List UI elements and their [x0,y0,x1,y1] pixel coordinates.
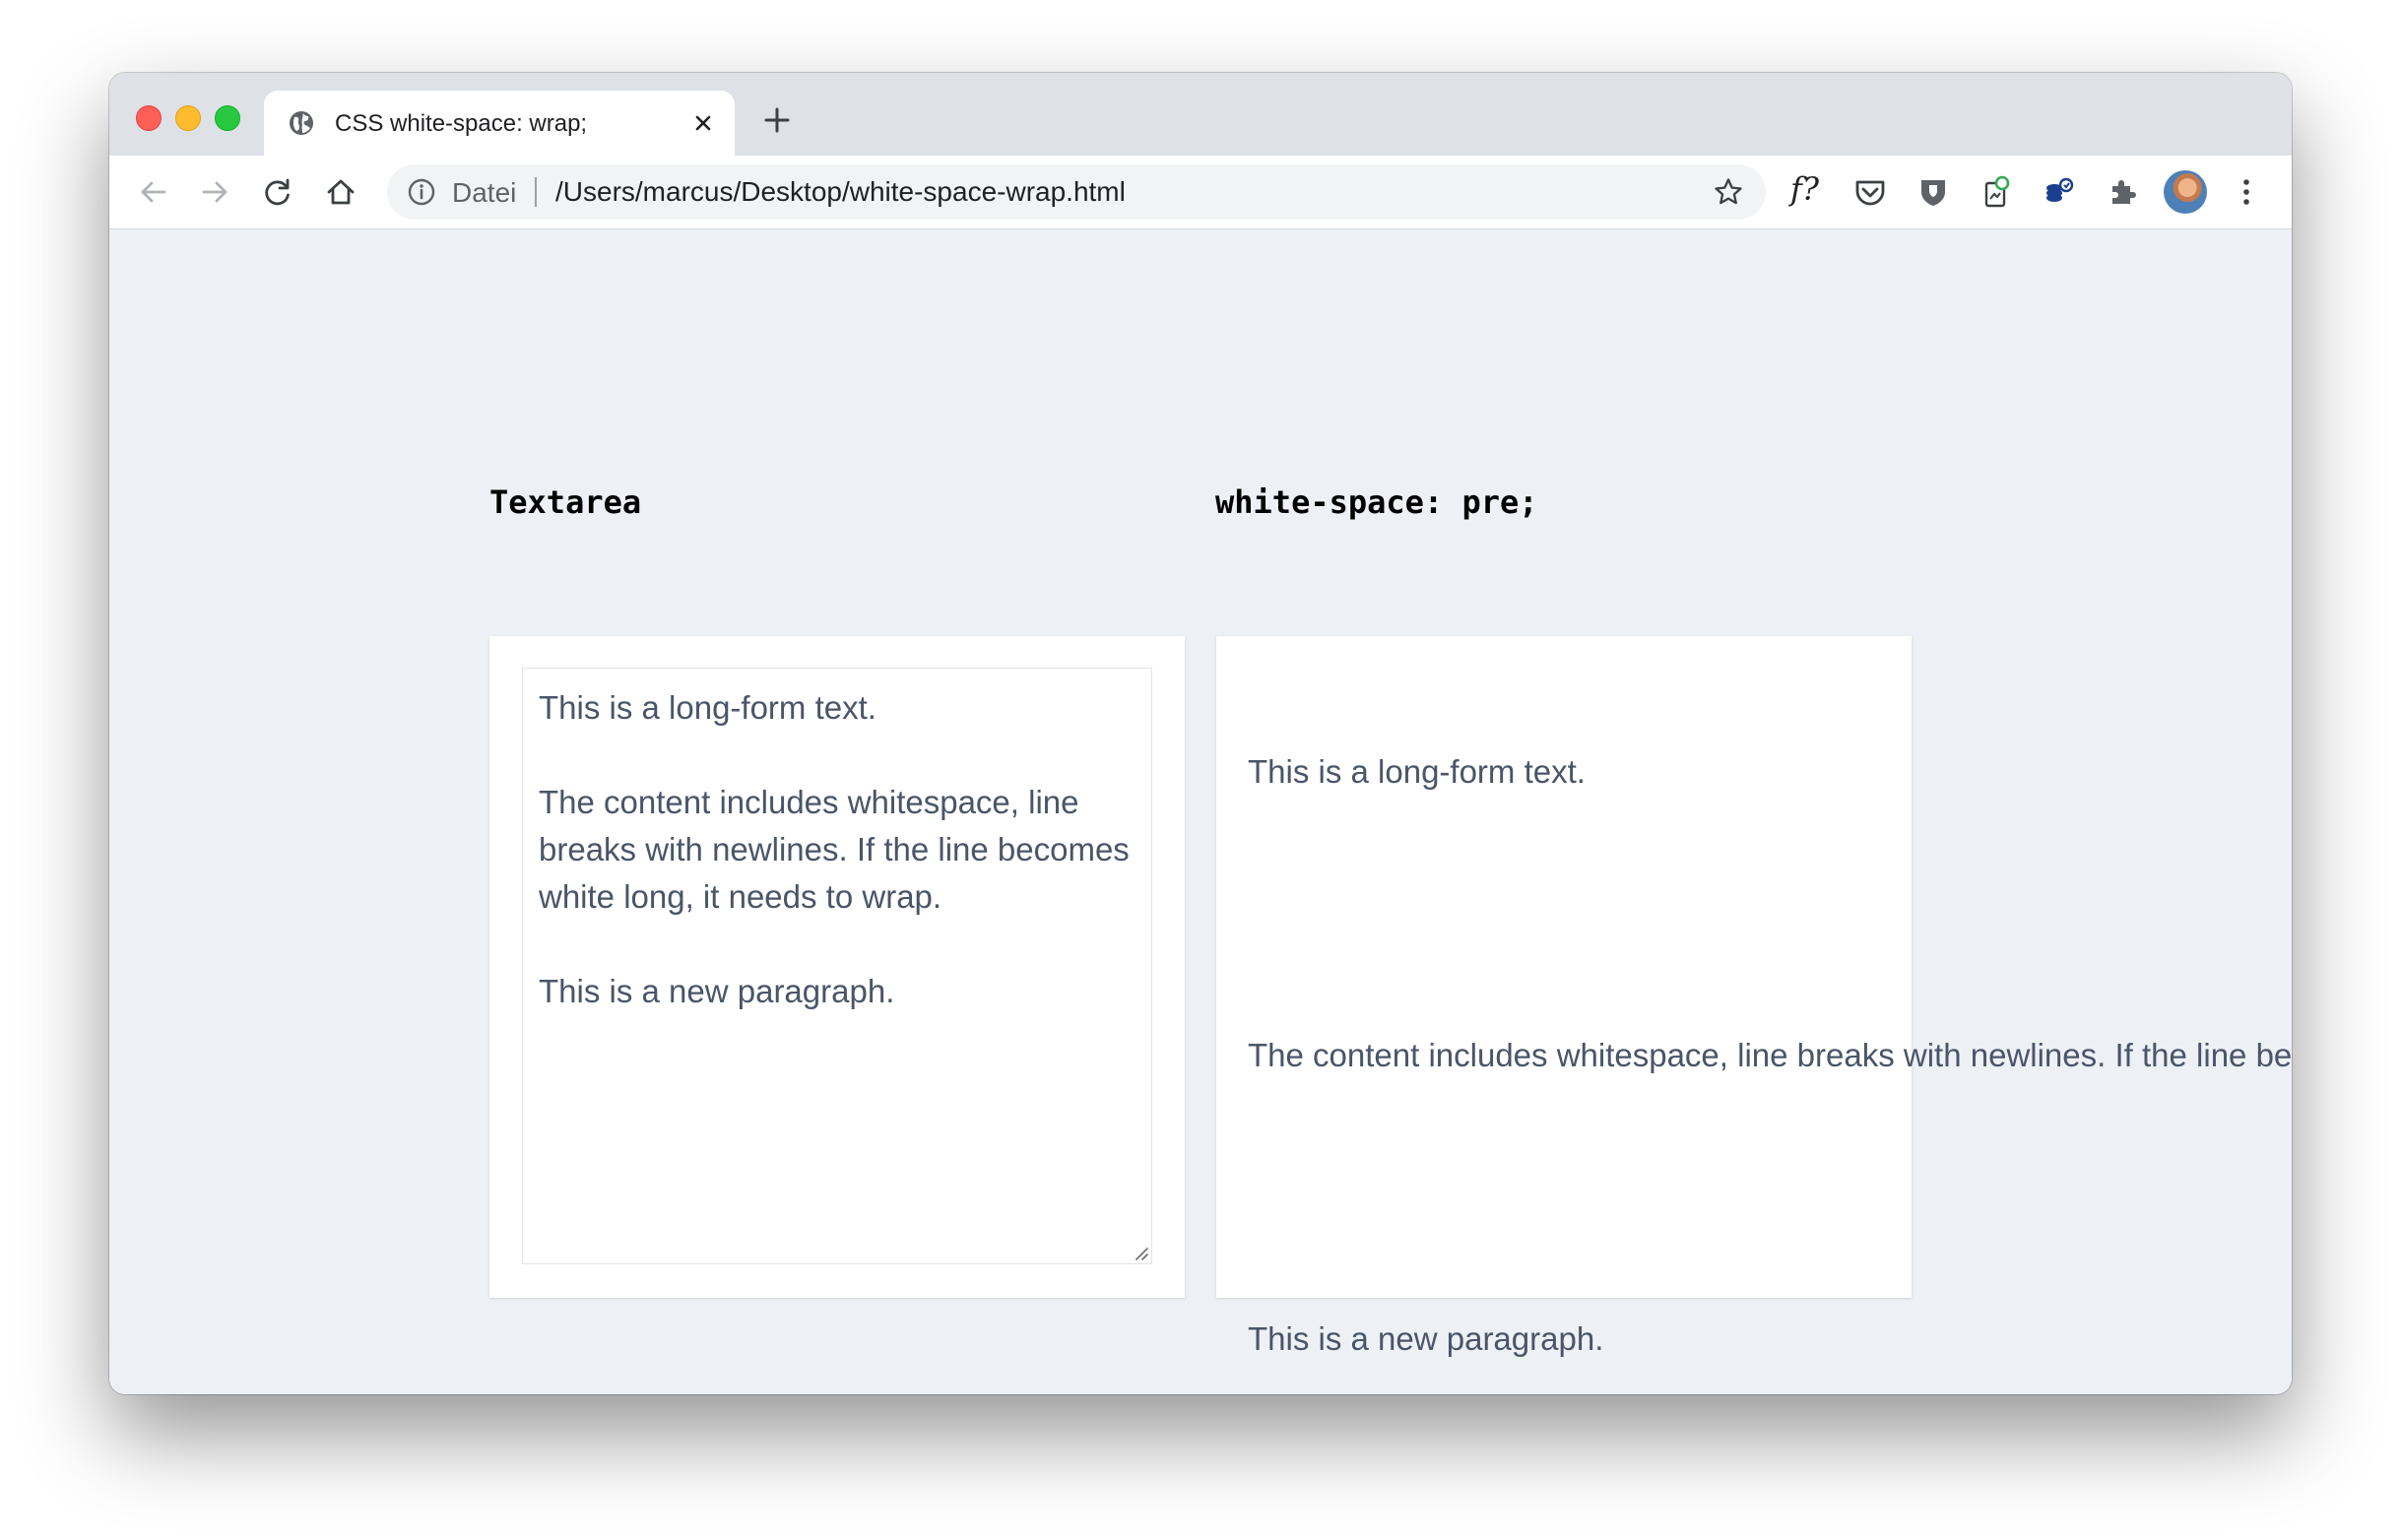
back-arrow-icon[interactable] [137,175,170,209]
info-icon[interactable] [407,177,436,207]
pre-panel: This is a long-form text. The content in… [1216,636,2292,1357]
clipboard-extension-icon[interactable] [1979,174,2014,210]
home-icon[interactable] [324,175,357,209]
forward-arrow-icon[interactable] [198,175,231,209]
textarea-paragraph: This is a long-form text. [539,689,876,726]
tab-strip: CSS white-space: wrap; [109,73,2292,156]
site-scheme-label: Datei [452,177,517,208]
textarea-content: This is a long-form text. The content in… [539,684,1141,1015]
pre-heading: white-space: pre; [1215,483,1538,521]
shield-extension-icon[interactable] [1915,174,1951,210]
tab-title: CSS white-space: wrap; [335,110,588,137]
textarea-paragraph: The content includes whitespace, line br… [539,784,1130,915]
plus-icon[interactable] [762,105,792,135]
pre-paragraph: This is a long-form text. [1248,753,1586,790]
pre-paragraph: This is a new paragraph. [1248,1320,1604,1357]
textarea-input[interactable]: This is a long-form text. The content in… [522,668,1152,1264]
pre-paragraph: The content includes whitespace, line br… [1248,1037,2292,1073]
puzzle-icon[interactable] [2105,174,2140,210]
close-window-button[interactable] [136,105,162,131]
fx-extension-button[interactable]: f? [1790,170,1819,208]
pre-content: This is a long-form text. The content in… [1248,654,2292,1394]
kebab-menu-icon[interactable] [2229,174,2264,210]
pocket-icon[interactable] [1852,174,1888,210]
toolbar: Datei /Users/marcus/Desktop/white-space-… [109,156,2292,229]
tab-active[interactable]: CSS white-space: wrap; [264,91,735,156]
textarea-heading: Textarea [489,483,642,521]
textarea-panel: This is a long-form text. The content in… [489,636,1185,1298]
globe-icon [290,111,313,135]
resize-handle-icon[interactable] [1133,1245,1148,1260]
reload-icon[interactable] [261,175,294,209]
textarea-paragraph: This is a new paragraph. [539,973,895,1009]
address-bar[interactable]: Datei /Users/marcus/Desktop/white-space-… [387,164,1766,220]
close-icon[interactable] [689,109,717,137]
minimize-window-button[interactable] [175,105,201,131]
browser-window: CSS white-space: wrap; Datei /Users/marc… [109,73,2292,1394]
url-text[interactable]: /Users/marcus/Desktop/white-space-wrap.h… [555,176,1126,208]
avatar[interactable] [2164,170,2207,214]
coins-extension-icon[interactable] [2042,174,2077,210]
star-icon[interactable] [1713,176,1744,208]
maximize-window-button[interactable] [215,105,240,131]
page-viewport: Textarea white-space: pre; This is a lon… [109,229,2292,1394]
address-separator [535,177,537,207]
